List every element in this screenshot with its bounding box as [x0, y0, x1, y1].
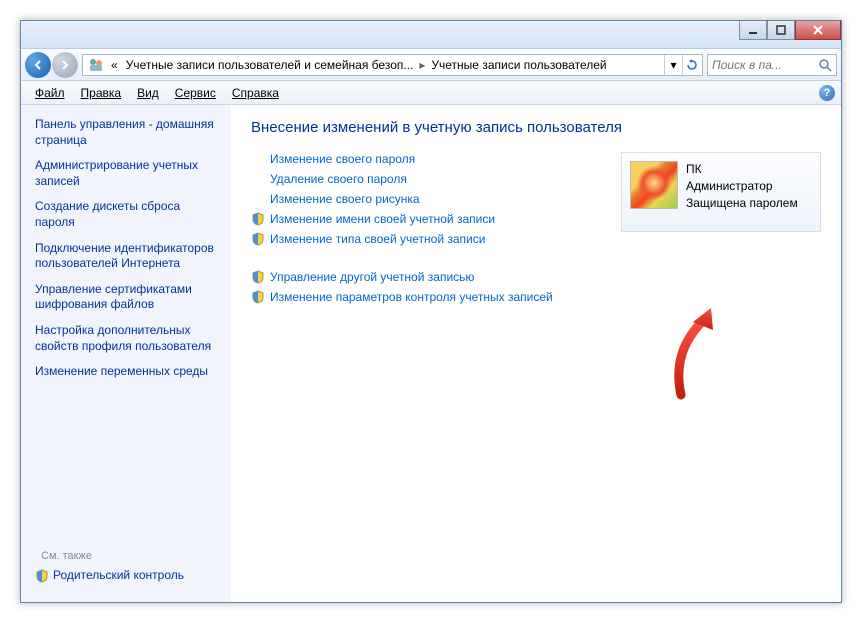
crumb-part2[interactable]: Учетные записи пользователей — [427, 58, 610, 72]
maximize-button[interactable] — [767, 21, 795, 40]
shield-icon — [251, 270, 265, 284]
action-label: Управление другой учетной записью — [270, 270, 474, 284]
action-label: Изменение параметров контроля учетных за… — [270, 290, 553, 304]
search-box[interactable] — [707, 54, 837, 76]
window-controls — [739, 21, 841, 40]
shield-icon — [251, 212, 265, 226]
action-link[interactable]: Изменение своего пароля — [251, 152, 621, 166]
back-button[interactable] — [25, 52, 51, 78]
search-input[interactable] — [712, 58, 818, 72]
sidebar-link[interactable]: Подключение идентификаторов пользователе… — [35, 241, 223, 272]
window: « Учетные записи пользователей и семейна… — [20, 20, 842, 603]
body-area: Панель управления - домашняя страница Ад… — [21, 105, 841, 602]
search-icon — [818, 58, 832, 72]
navbar: « Учетные записи пользователей и семейна… — [21, 49, 841, 81]
action-link[interactable]: Удаление своего пароля — [251, 172, 621, 186]
shield-icon — [251, 232, 265, 246]
sidebar-link[interactable]: Создание дискеты сброса пароля — [35, 199, 223, 230]
sidebar-link[interactable]: Администрирование учетных записей — [35, 158, 223, 189]
shield-icon — [35, 569, 49, 583]
action-label: Изменение своего рисунка — [270, 192, 420, 206]
user-card[interactable]: ПК Администратор Защищена паролем — [621, 152, 821, 232]
user-role: Администратор — [686, 178, 798, 195]
action-list: Изменение своего пароля Удаление своего п… — [251, 152, 621, 310]
user-info: ПК Администратор Защищена паролем — [686, 161, 798, 223]
user-picture — [630, 161, 678, 209]
menu-edit[interactable]: Правка — [73, 84, 130, 102]
menu-help[interactable]: Справка — [224, 84, 287, 102]
minimize-button[interactable] — [739, 21, 767, 40]
sidebar-link[interactable]: Управление сертификатами шифрования файл… — [35, 282, 223, 313]
help-icon[interactable]: ? — [819, 85, 835, 101]
crumb-part1[interactable]: Учетные записи пользователей и семейная … — [122, 58, 418, 72]
arrow-annotation — [651, 300, 731, 403]
action-label: Изменение имени своей учетной записи — [270, 212, 495, 226]
main-panel: Внесение изменений в учетную запись поль… — [231, 105, 841, 602]
action-link[interactable]: Изменение своего рисунка — [251, 192, 621, 206]
forward-button[interactable] — [52, 52, 78, 78]
page-title: Внесение изменений в учетную запись поль… — [251, 119, 821, 136]
user-name: ПК — [686, 161, 798, 178]
action-link[interactable]: Управление другой учетной записью — [251, 270, 621, 284]
action-label: Удаление своего пароля — [270, 172, 407, 186]
action-link[interactable]: Изменение имени своей учетной записи — [251, 212, 621, 226]
crumb-sep-icon: ▸ — [417, 58, 427, 72]
crumb-dropdown-button[interactable]: ▾ — [664, 55, 682, 75]
users-icon — [88, 57, 104, 73]
refresh-button[interactable] — [682, 55, 700, 75]
action-link[interactable]: Изменение типа своей учетной записи — [251, 232, 621, 246]
titlebar — [21, 21, 841, 49]
crumb-prefix[interactable]: « — [107, 58, 122, 72]
action-label: Изменение типа своей учетной записи — [270, 232, 485, 246]
sidebar-home-link[interactable]: Панель управления - домашняя страница — [35, 117, 223, 148]
menu-view[interactable]: Вид — [129, 84, 167, 102]
shield-icon — [251, 290, 265, 304]
breadcrumb[interactable]: « Учетные записи пользователей и семейна… — [82, 54, 703, 76]
sidebar: Панель управления - домашняя страница Ад… — [21, 105, 231, 602]
action-link[interactable]: Изменение параметров контроля учетных за… — [251, 290, 621, 304]
menu-file[interactable]: Файл — [27, 84, 73, 102]
see-also-label: См. также — [35, 550, 223, 562]
sidebar-item-label: Родительский контроль — [53, 568, 184, 584]
user-status: Защищена паролем — [686, 195, 798, 212]
nav-arrows — [25, 52, 78, 78]
sidebar-link[interactable]: Изменение переменных среды — [35, 364, 223, 380]
action-label: Изменение своего пароля — [270, 152, 415, 166]
close-button[interactable] — [795, 21, 841, 40]
menu-tools[interactable]: Сервис — [167, 84, 224, 102]
sidebar-parental-link[interactable]: Родительский контроль — [35, 568, 223, 584]
sidebar-link[interactable]: Настройка дополнительных свойств профиля… — [35, 323, 223, 354]
menubar: Файл Правка Вид Сервис Справка ? — [21, 81, 841, 105]
